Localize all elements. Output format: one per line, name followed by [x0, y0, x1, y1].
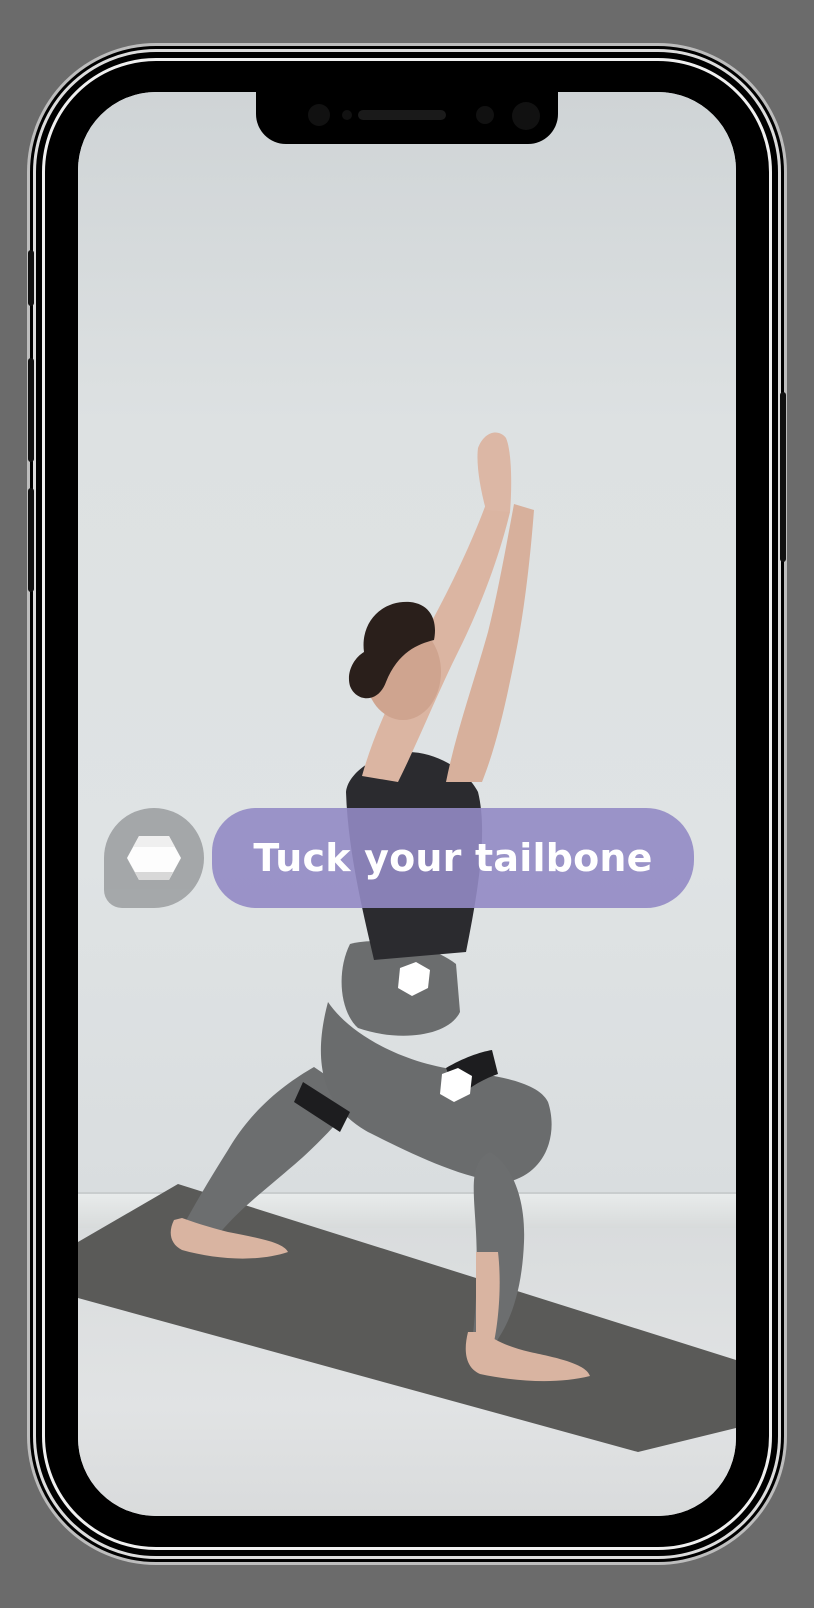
- coaching-cue-pill: Tuck your tailbone: [212, 808, 694, 908]
- front-sensor-left: [308, 104, 330, 126]
- front-lower-leg: [476, 1252, 500, 1342]
- sensor-badge: [104, 808, 204, 908]
- mockup-canvas: Tuck your tailbone: [0, 0, 814, 1608]
- hands: [477, 432, 512, 512]
- power-button: [780, 392, 786, 562]
- mute-switch: [28, 250, 34, 306]
- face-id-sensor: [512, 102, 540, 130]
- earpiece-speaker: [358, 110, 446, 120]
- app-screen: Tuck your tailbone: [78, 92, 736, 1516]
- sensor-hexagon-icon: [127, 836, 181, 880]
- phone-frame: Tuck your tailbone: [28, 52, 786, 1556]
- phone-notch: [256, 92, 558, 144]
- volume-up-button: [28, 358, 34, 462]
- proximity-sensor: [342, 110, 352, 120]
- front-camera: [476, 106, 494, 124]
- volume-down-button: [28, 488, 34, 592]
- coaching-cue-text: Tuck your tailbone: [253, 836, 653, 880]
- yoga-video-frame: [78, 432, 736, 1452]
